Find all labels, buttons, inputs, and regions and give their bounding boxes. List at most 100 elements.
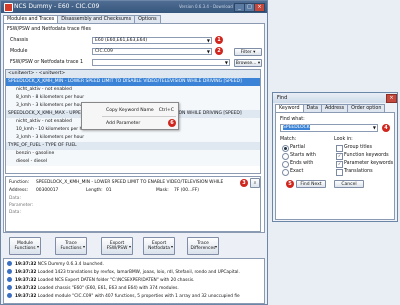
data-label: Data: [9,196,21,201]
tree-row[interactable]: 3_kmh - 3 kilometers per hour [6,134,260,142]
log-row: 19:37:32 NCS Dummy 0.6.3.4 launched. [4,261,264,268]
checkbox-group-titles[interactable] [336,145,343,152]
log-time: 19:37:32 [15,294,37,299]
tree-row-text: TYPE_OF_FUEL - TYPE OF FUEL [8,143,77,148]
export-netfodata-button[interactable]: Export Netfodata ▾ [143,237,175,255]
chassis-select[interactable]: E60 (E60,E61,E63,E64) ▼ [92,37,212,44]
radio-partial[interactable] [282,145,289,152]
radio-ends-with[interactable] [282,161,289,168]
menu-item-label: Copy Keyword Name [106,108,154,113]
tree-row-text: 3_kmh - 3 kilometers per hour [16,135,85,140]
log-row: 19:37:32 Loaded 1423 translations by rev… [4,269,264,276]
module-value: CIC.C09 [95,49,113,54]
chevron-down-icon: ▼ [224,60,228,65]
button-label: Trace Differences [190,241,216,251]
tree-row[interactable]: 8_kmh - 8 kilometers per hour [6,94,260,102]
log-time: 19:37:32 [15,286,37,291]
tree-row[interactable]: nicht_aktiv - not enabled [6,86,260,94]
menu-item-add-parameter[interactable]: Add Parameter [82,119,178,128]
callout-badge-1: 1 [215,36,223,44]
callout-badge-3: 3 [240,179,248,187]
radio-starts-with[interactable] [282,153,289,160]
button-label: Module Functions [14,241,36,251]
find-next-button[interactable]: Find Next [296,180,326,188]
info-icon [7,277,12,282]
checkbox-translations[interactable] [336,169,343,176]
chevron-down-icon: ▾ [82,244,85,249]
length-value: 01 [106,188,112,193]
browse-button[interactable]: Browse... ▾ [234,59,262,67]
chevron-down-icon: ▾ [36,244,39,249]
filter-button-label: Filter [240,50,252,55]
details-panel: Function: SPEEDLOCK_X_KMH_MIN - LOWER SP… [5,176,261,232]
button-label: Cancel [341,182,357,187]
radio-label: Starts with [290,153,316,158]
checkbox-label: Parameter keywords [344,161,394,166]
radio-label: Exact [290,169,304,174]
log-panel: 19:37:32 NCS Dummy 0.6.3.4 launched. 19:… [3,258,265,304]
app-icon [4,3,13,12]
tree-row-text: benzin - gasoline [16,151,55,156]
context-menu: Copy Keyword Name Ctrl+C Add Parameter 6 [81,102,179,130]
info-icon [7,293,12,298]
module-functions-button[interactable]: Module Functions ▾ [9,237,41,255]
menu-separator [102,116,176,117]
log-time: 19:37:32 [15,262,37,267]
trace-label: FSW/PSW or Netfodata trace 1 [10,60,84,65]
find-title-bar: Find × [273,93,397,103]
tree-row[interactable]: <unitwert> - <unitwert> [6,70,260,78]
mask-label: Mask: [156,188,169,193]
close-button[interactable]: × [254,3,265,12]
magnifier-icon: ⌕ [253,181,257,186]
menu-item-label: Add Parameter [106,121,141,126]
log-text: Loaded NCS Expert DATEN folder "C:\NCSEX… [37,278,195,283]
log-row: 19:37:32 Loaded chassis "E60" (E60, E61,… [4,285,264,292]
dataunit-label: Data: [9,210,21,215]
tree-row-text: 8_kmh - 8 kilometers per hour [16,95,85,100]
chevron-down-icon: ▼ [372,125,376,130]
radio-exact[interactable] [282,169,289,176]
tree-row[interactable]: diesel - diesel [6,158,260,166]
chevron-down-icon: ▼ [206,38,210,43]
tree-row[interactable]: TYPE_OF_FUEL - TYPE OF FUEL [6,142,260,150]
log-time: 19:37:32 [15,278,37,283]
look-in-label: Look in: [334,137,353,142]
checkbox-parameter-keywords[interactable]: ✓ [336,161,343,168]
log-time: 19:37:32 [15,270,37,275]
callout-badge-6: 6 [168,119,176,127]
window-title: NCS Dummy - E60 - CIC.C09 [14,3,100,10]
module-select[interactable]: CIC.C09 ▼ [92,48,212,55]
info-icon [7,261,12,266]
callout-badge-2: 2 [215,47,223,55]
export-fsw-psw-button[interactable]: Export FSW/PSW ▾ [101,237,133,255]
trace-functions-button[interactable]: Trace Functions ▾ [55,237,87,255]
tree-row-text: 10_kmh - 10 kilometers per hour [16,127,90,132]
info-icon [7,285,12,290]
button-label: Export FSW/PSW [106,241,128,251]
menu-item-copy-keyword[interactable]: Copy Keyword Name Ctrl+C [82,106,178,115]
tree-row[interactable]: benzin - gasoline [6,150,260,158]
log-text: Loaded chassis "E60" (E60, E61, E63 and … [37,286,179,291]
search-button[interactable]: ⌕ [250,178,260,188]
chevron-down-icon: ▾ [170,244,173,249]
match-label: Match: [280,137,297,142]
close-button[interactable]: × [386,94,397,103]
chevron-down-icon: ▼ [206,49,210,54]
trace-differences-button[interactable]: Trace Differences ▾ [187,237,219,255]
log-text: Loaded 1423 translations by revfox, lama… [37,270,240,275]
tree-row-text: <unitwert> - <unitwert> [8,71,66,76]
shortcut-text: Ctrl+C [158,108,174,113]
tree-row-selected[interactable]: SPEEDLOCK_X_KMH_MIN - LOWER SPEED LIMIT … [6,78,260,86]
trace-file-input[interactable]: ▼ [92,59,230,66]
cancel-button[interactable]: Cancel [334,180,364,188]
tree-row-text: nicht_aktiv - not enabled [16,119,72,124]
find-what-input[interactable]: SPEEDLOCK ▼ [280,124,378,132]
chassis-value: E60 (E60,E61,E63,E64) [95,38,148,43]
title-bar: NCS Dummy - E60 - CIC.C09 Version 0.6.3.… [1,1,267,13]
chassis-label: Chassis [10,38,29,43]
checkbox-function-keywords[interactable]: ✓ [336,153,343,160]
filter-button[interactable]: Filter ▾ [234,48,262,56]
callout-badge-5: 5 [286,180,294,188]
keyword-panel: Find what: SPEEDLOCK ▼ 4 Match: Look in: … [275,112,395,220]
address-label: Address: [9,188,28,193]
